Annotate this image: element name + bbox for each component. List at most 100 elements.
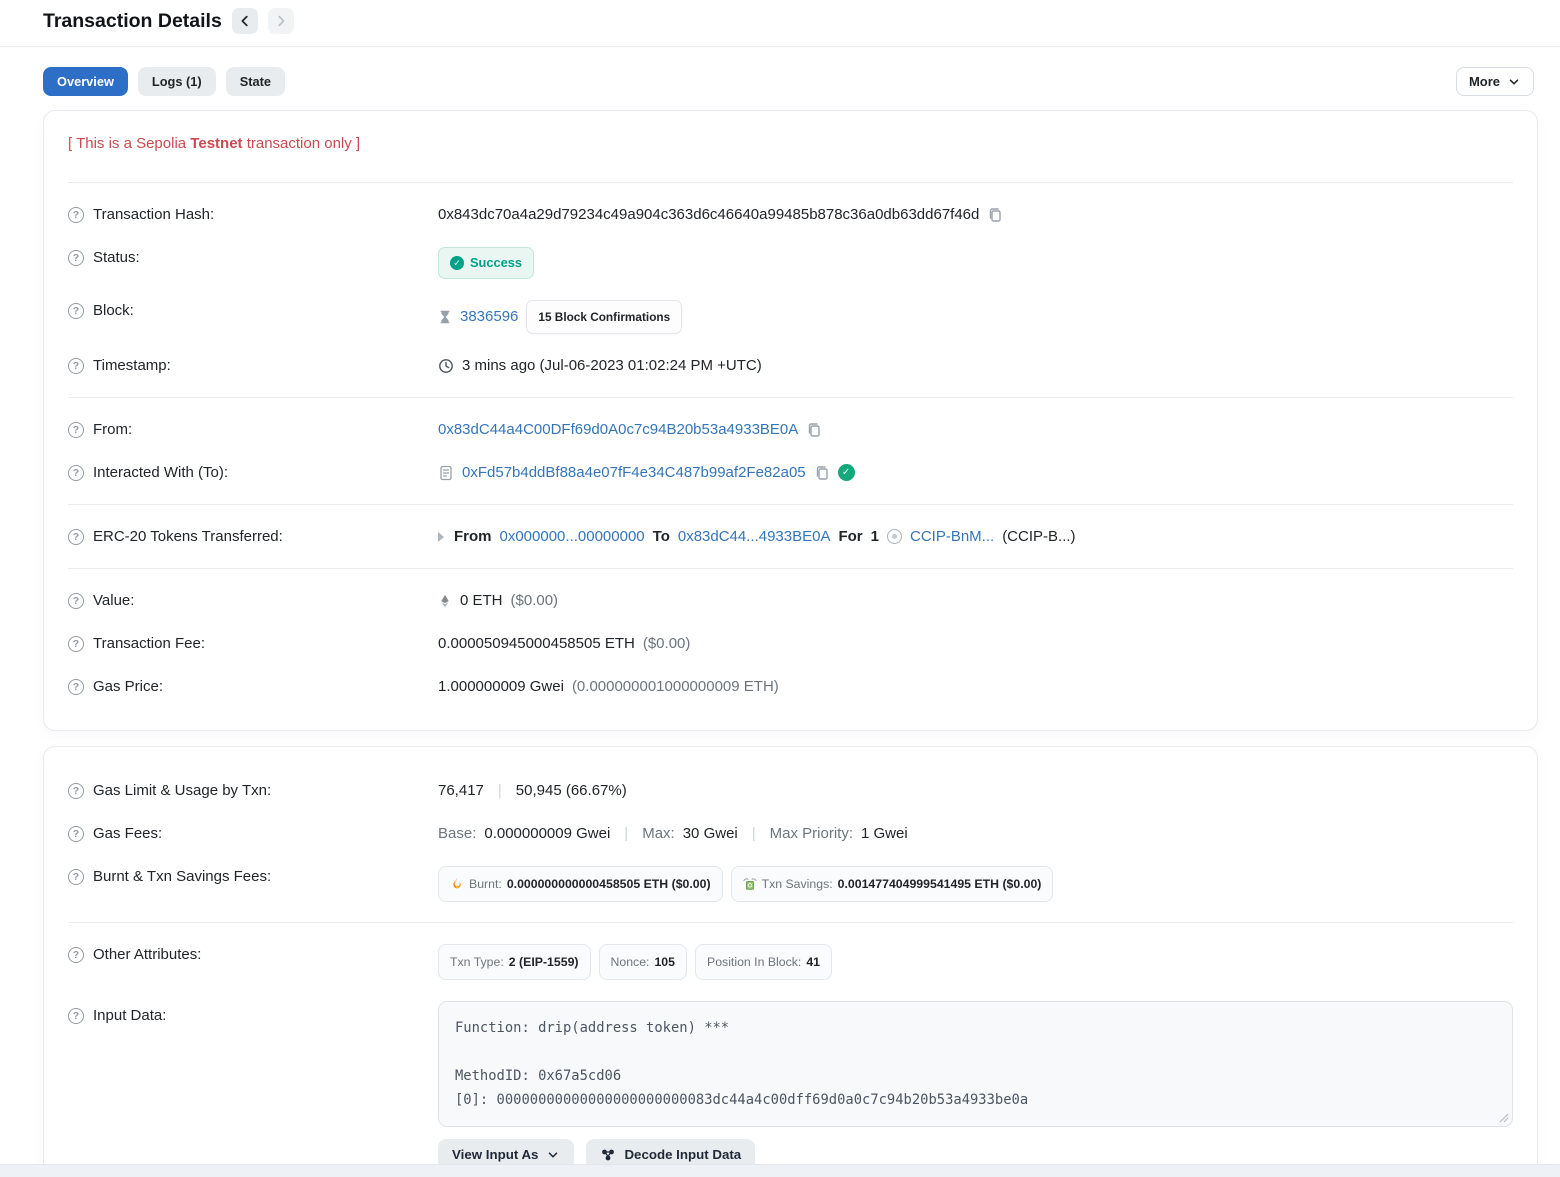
to-address-link[interactable]: 0xFd57b4ddBf88a4e07fF4e34C487b99af2Fe82a… — [462, 462, 806, 484]
tab-logs[interactable]: Logs (1) — [138, 67, 216, 96]
help-icon[interactable]: ? — [68, 207, 84, 223]
burnt-badge-label: Burnt: — [469, 873, 502, 895]
gas-fees-label: Gas Fees: — [93, 823, 162, 845]
decode-input-data-label: Decode Input Data — [624, 1147, 741, 1162]
testnet-warning-pre: [ This is a Sepolia — [68, 135, 190, 152]
timestamp-label: Timestamp: — [93, 355, 171, 377]
block-label: Block: — [93, 300, 134, 322]
txn-savings-badge: Txn Savings: 0.001477404999541495 ETH ($… — [731, 866, 1054, 902]
gas-used-value: 50,945 (66.67%) — [516, 780, 627, 802]
interacted-with-label: Interacted With (To): — [93, 462, 228, 484]
prev-transaction-button[interactable] — [232, 8, 258, 34]
help-icon[interactable]: ? — [68, 303, 84, 319]
help-icon[interactable]: ? — [68, 679, 84, 695]
transfer-to-address-link[interactable]: 0x83dC44...4933BE0A — [678, 526, 831, 548]
tab-state[interactable]: State — [226, 67, 285, 96]
page-footer-strip — [0, 1164, 1560, 1177]
divider — [68, 397, 1513, 398]
status-badge: ✓ Success — [438, 247, 534, 279]
nonce-badge: Nonce: 105 — [599, 944, 688, 980]
other-attributes-label-group: ? Other Attributes: — [68, 944, 438, 966]
other-attributes-row: ? Other Attributes: Txn Type: 2 (EIP-155… — [68, 933, 1513, 990]
help-icon[interactable]: ? — [68, 529, 84, 545]
other-attributes-label: Other Attributes: — [93, 944, 201, 966]
transfer-to-word: To — [653, 526, 670, 548]
gas-limit-label-group: ? Gas Limit & Usage by Txn: — [68, 780, 438, 802]
input-data-label-group: ? Input Data: — [68, 1005, 438, 1027]
transfer-from-address-link[interactable]: 0x000000...00000000 — [500, 526, 645, 548]
resize-handle[interactable] — [1499, 1113, 1509, 1123]
transfer-disclosure-icon[interactable] — [438, 532, 444, 542]
gas-limit-label: Gas Limit & Usage by Txn: — [93, 780, 271, 802]
copy-hash-button[interactable] — [987, 207, 1003, 223]
burnt-fees-label: Burnt & Txn Savings Fees: — [93, 866, 271, 888]
position-label: Position In Block: — [707, 951, 801, 973]
clock-icon — [438, 358, 454, 374]
interacted-with-row: ? Interacted With (To): 0xFd57b4ddBf88a4… — [68, 451, 1513, 494]
value-label-group: ? Value: — [68, 590, 438, 612]
block-confirmations-badge: 15 Block Confirmations — [526, 300, 682, 334]
input-data-line-function: Function: drip(address token) *** — [455, 1016, 1496, 1040]
erc20-label-group: ? ERC-20 Tokens Transferred: — [68, 526, 438, 548]
decode-icon — [600, 1147, 616, 1163]
header-divider — [0, 46, 1560, 47]
contract-document-icon — [438, 465, 454, 481]
value-row: ? Value: 0 ETH ($0.00) — [68, 579, 1513, 622]
help-icon[interactable]: ? — [68, 947, 84, 963]
help-icon[interactable]: ? — [68, 1008, 84, 1024]
from-row: ? From: 0x83dC44a4C00DFf69d0A0c7c94B20b5… — [68, 408, 1513, 451]
transaction-fee-eth: 0.000050945000458505 ETH — [438, 633, 635, 655]
timestamp-label-group: ? Timestamp: — [68, 355, 438, 377]
testnet-warning: [ This is a Sepolia Testnet transaction … — [68, 133, 1513, 172]
help-icon[interactable]: ? — [68, 358, 84, 374]
status-badge-label: Success — [470, 252, 522, 274]
testnet-warning-em: Testnet — [190, 135, 242, 152]
divider — [68, 922, 1513, 923]
more-dropdown-button[interactable]: More — [1456, 67, 1534, 96]
copy-to-address-button[interactable] — [814, 465, 830, 481]
tabs: Overview Logs (1) State — [43, 67, 285, 96]
block-row: ? Block: 3836596 15 Block Confirmations — [68, 289, 1513, 344]
position-badge: Position In Block: 41 — [695, 944, 832, 980]
chevron-down-icon — [546, 1148, 560, 1162]
help-icon[interactable]: ? — [68, 826, 84, 842]
transaction-hash-label: Transaction Hash: — [93, 204, 214, 226]
divider — [68, 504, 1513, 505]
max-fee-value: 30 Gwei — [683, 823, 738, 845]
help-icon[interactable]: ? — [68, 422, 84, 438]
txn-type-value: 2 (EIP-1559) — [509, 951, 579, 973]
base-fee-label: Base: — [438, 823, 476, 845]
status-label: Status: — [93, 247, 140, 269]
gas-price-eth: (0.000000001000000009 ETH) — [572, 676, 779, 698]
timestamp-row: ? Timestamp: 3 mins ago (Jul-06-2023 01:… — [68, 344, 1513, 387]
help-icon[interactable]: ? — [68, 593, 84, 609]
help-icon[interactable]: ? — [68, 869, 84, 885]
testnet-warning-post: transaction only ] — [243, 135, 361, 152]
hourglass-icon — [438, 310, 452, 324]
pipe-separator: | — [618, 823, 634, 845]
help-icon[interactable]: ? — [68, 250, 84, 266]
position-value: 41 — [806, 951, 820, 973]
interacted-with-label-group: ? Interacted With (To): — [68, 462, 438, 484]
token-name-link[interactable]: CCIP-BnM... — [910, 526, 994, 548]
block-label-group: ? Block: — [68, 300, 438, 322]
tab-overview[interactable]: Overview — [43, 67, 128, 96]
help-icon[interactable]: ? — [68, 783, 84, 799]
nonce-label: Nonce: — [611, 951, 650, 973]
gas-price-row: ? Gas Price: 1.000000009 Gwei (0.0000000… — [68, 665, 1513, 708]
txn-type-badge: Txn Type: 2 (EIP-1559) — [438, 944, 591, 980]
input-data-textarea[interactable]: Function: drip(address token) *** Method… — [438, 1001, 1513, 1127]
money-wings-icon — [743, 877, 757, 891]
copy-icon — [814, 465, 830, 481]
max-priority-value: 1 Gwei — [861, 823, 908, 845]
input-data-row: ? Input Data: Function: drip(address tok… — [68, 990, 1513, 1177]
help-icon[interactable]: ? — [68, 636, 84, 652]
next-transaction-button[interactable] — [268, 8, 294, 34]
copy-from-address-button[interactable] — [806, 422, 822, 438]
divider — [68, 568, 1513, 569]
block-number-link[interactable]: 3836596 — [460, 306, 518, 328]
chevron-right-icon — [274, 14, 288, 28]
transaction-fee-usd: ($0.00) — [643, 633, 691, 655]
help-icon[interactable]: ? — [68, 465, 84, 481]
from-address-link[interactable]: 0x83dC44a4C00DFf69d0A0c7c94B20b53a4933BE… — [438, 419, 798, 441]
